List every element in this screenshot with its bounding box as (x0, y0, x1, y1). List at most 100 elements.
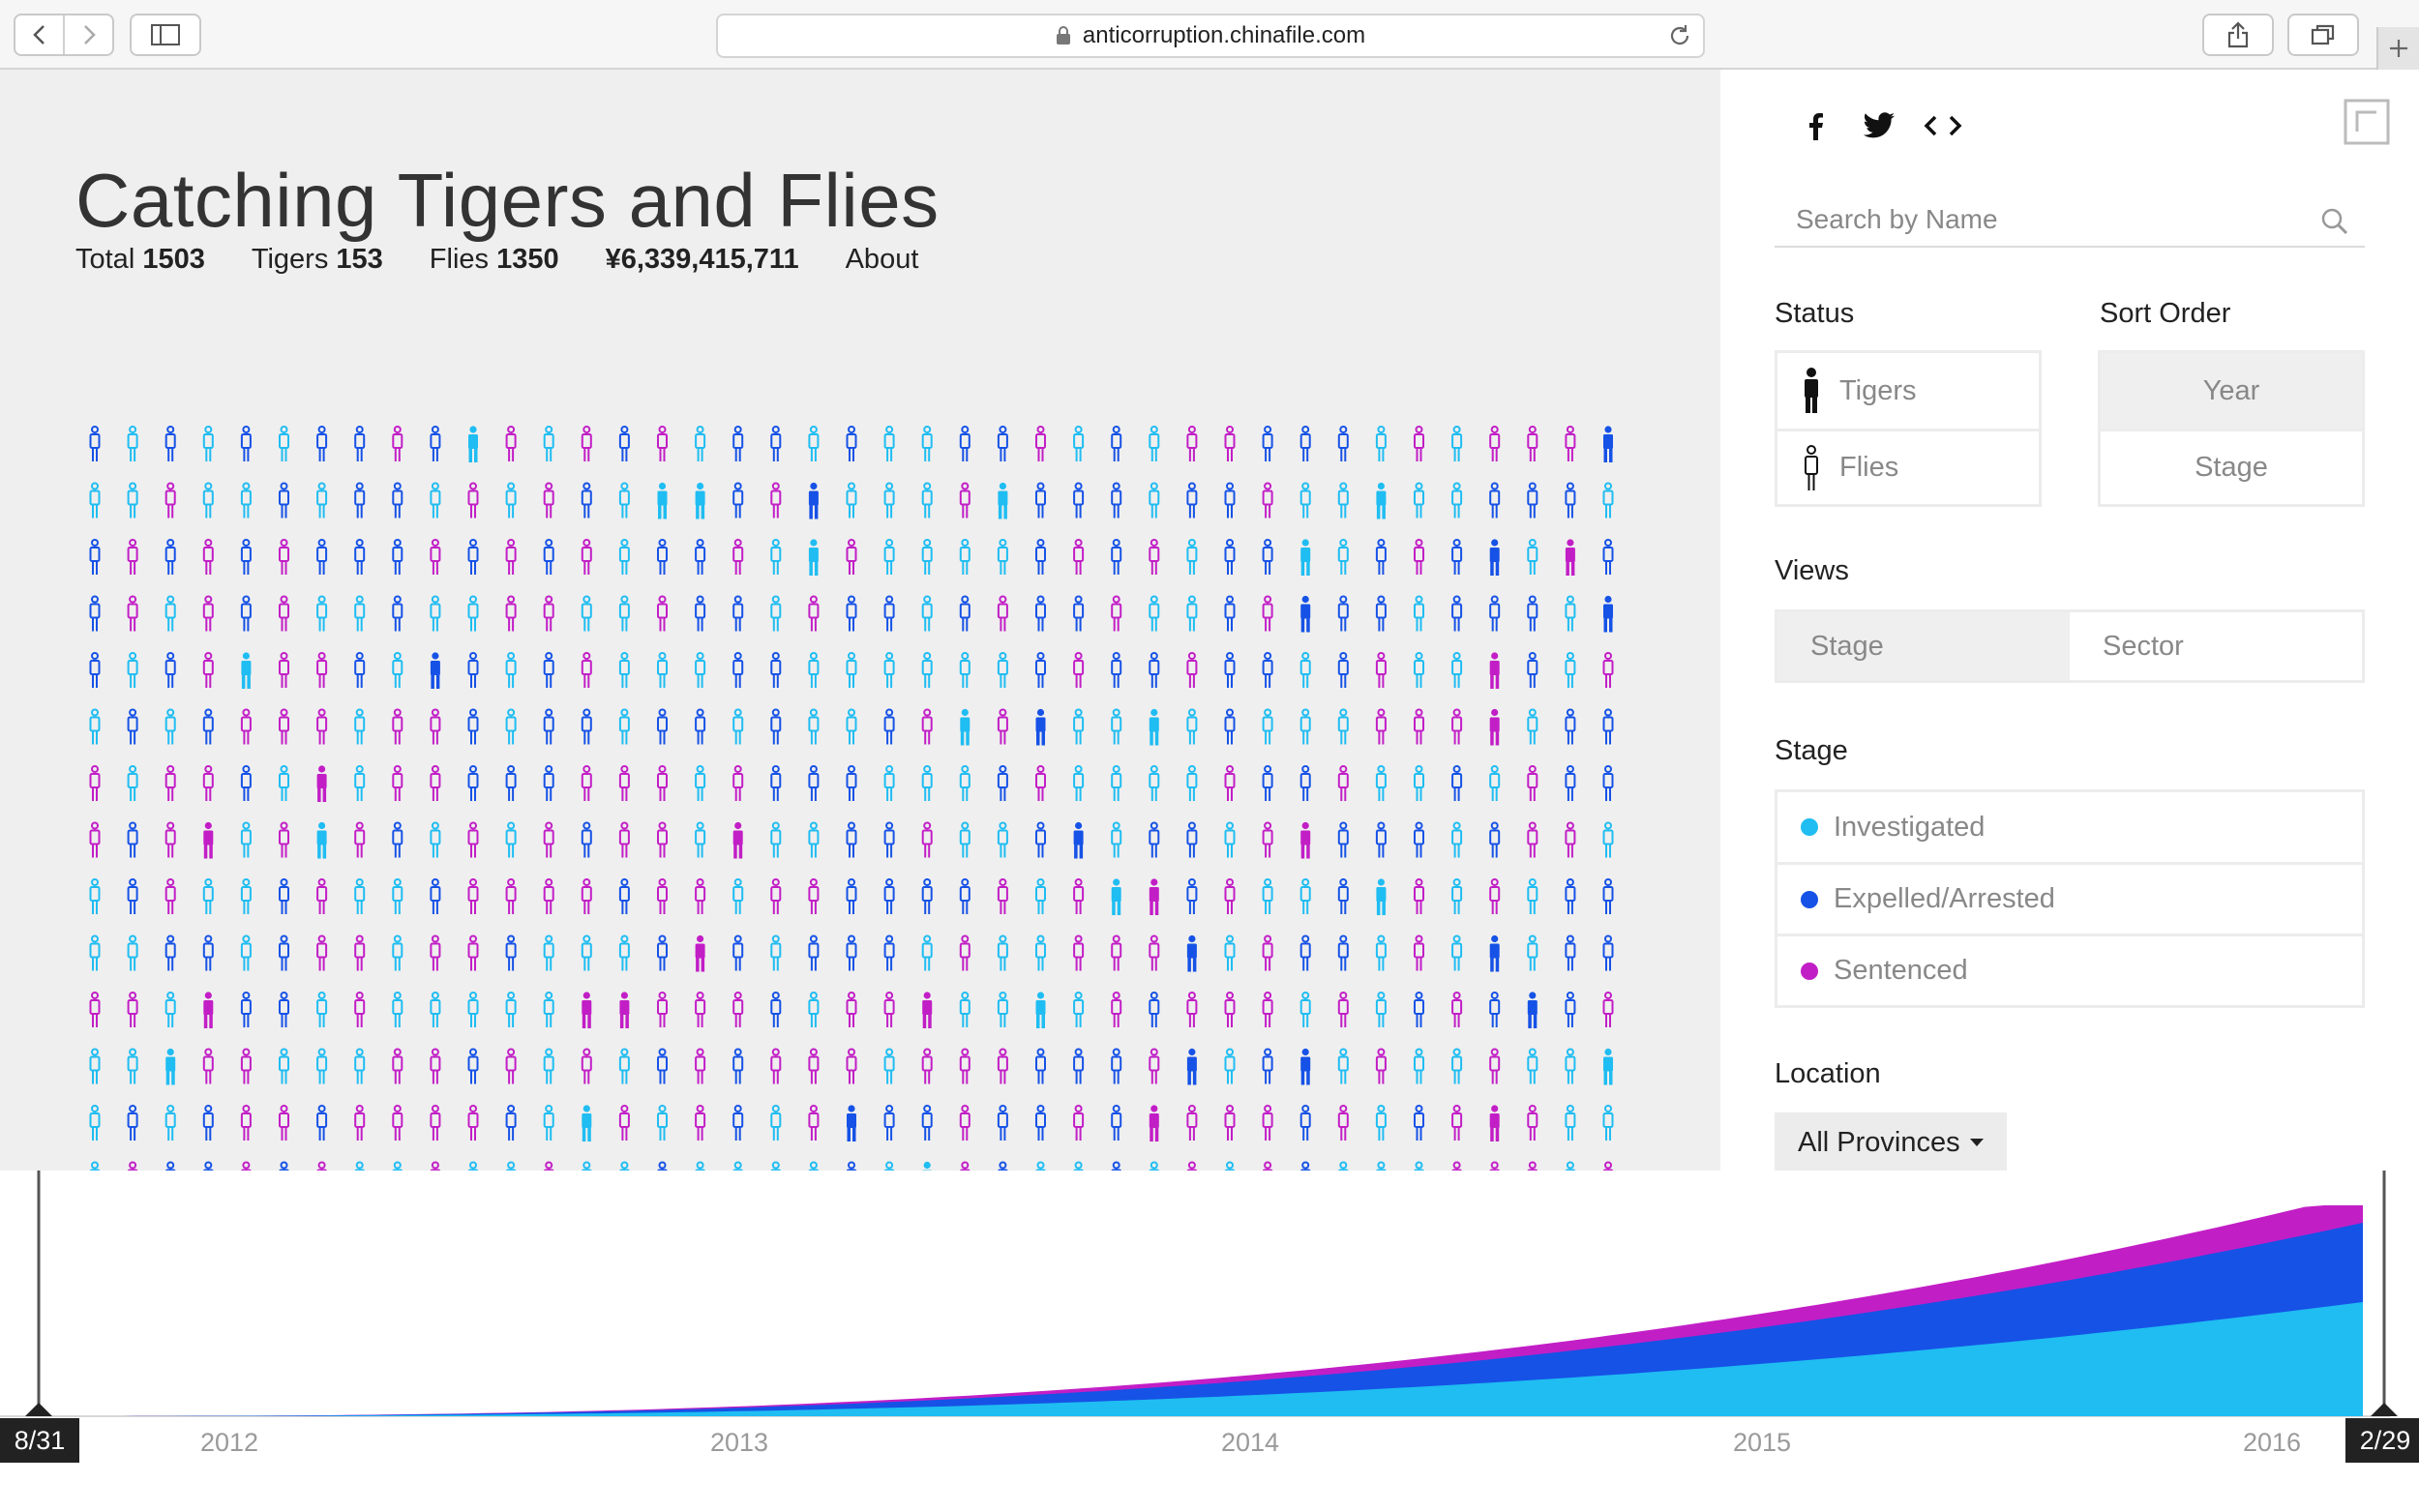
fly-figure[interactable] (1602, 821, 1614, 858)
fly-figure[interactable] (279, 426, 289, 461)
fly-figure[interactable] (1414, 765, 1424, 801)
fly-figure[interactable] (1035, 821, 1046, 858)
fly-figure[interactable] (732, 426, 744, 461)
fly-figure[interactable] (202, 878, 214, 914)
fly-figure[interactable] (392, 482, 403, 519)
fly-figure[interactable] (1111, 595, 1122, 632)
fly-figure[interactable] (921, 595, 933, 632)
tiger-figure[interactable] (1186, 1048, 1197, 1085)
fly-figure[interactable] (1337, 1105, 1349, 1141)
fly-figure[interactable] (581, 595, 592, 632)
fly-figure[interactable] (316, 482, 328, 519)
tiger-figure[interactable] (1035, 708, 1046, 746)
fly-figure[interactable] (354, 482, 366, 519)
fly-figure[interactable] (127, 821, 138, 858)
fly-figure[interactable] (430, 482, 441, 519)
fly-figure[interactable] (467, 1105, 479, 1141)
fly-figure[interactable] (354, 765, 366, 801)
fly-figure[interactable] (316, 878, 328, 914)
fly-figure[interactable] (618, 821, 630, 858)
tiger-figure[interactable] (1527, 992, 1538, 1028)
tiger-figure[interactable] (1300, 595, 1311, 633)
fly-figure[interactable] (883, 1105, 895, 1141)
fly-figure[interactable] (1149, 652, 1160, 688)
fly-figure[interactable] (1375, 1105, 1387, 1141)
fly-figure[interactable] (997, 1048, 1008, 1084)
fly-figure[interactable] (240, 765, 252, 801)
fly-figure[interactable] (543, 878, 554, 914)
fly-figure[interactable] (543, 821, 554, 858)
fly-figure[interactable] (543, 595, 554, 632)
fly-figure[interactable] (1111, 1048, 1122, 1084)
fly-figure[interactable] (127, 652, 138, 688)
fly-figure[interactable] (164, 992, 176, 1027)
fly-figure[interactable] (1337, 992, 1349, 1027)
fly-figure[interactable] (695, 652, 706, 688)
fly-figure[interactable] (1375, 595, 1387, 632)
fly-figure[interactable] (1262, 821, 1273, 858)
fly-figure[interactable] (467, 652, 479, 688)
fly-figure[interactable] (1602, 934, 1614, 971)
stage-option-investigated[interactable]: Investigated (1777, 792, 2362, 862)
fly-figure[interactable] (1149, 934, 1160, 971)
fly-figure[interactable] (1224, 1048, 1236, 1084)
fly-figure[interactable] (1035, 482, 1046, 519)
fly-figure[interactable] (392, 595, 403, 632)
fly-figure[interactable] (543, 652, 554, 688)
fly-figure[interactable] (392, 708, 403, 745)
view-option-stage[interactable]: Stage (1777, 612, 2070, 680)
fly-figure[interactable] (770, 992, 782, 1027)
fly-figure[interactable] (202, 1048, 214, 1084)
fly-figure[interactable] (581, 934, 592, 971)
fly-figure[interactable] (316, 708, 328, 745)
fly-figure[interactable] (543, 1048, 554, 1084)
tiger-figure[interactable] (1300, 1048, 1311, 1085)
fly-figure[interactable] (202, 482, 214, 519)
fly-figure[interactable] (467, 482, 479, 519)
fly-figure[interactable] (1262, 934, 1273, 971)
fly-figure[interactable] (430, 1161, 441, 1171)
fly-figure[interactable] (1299, 426, 1311, 461)
fly-figure[interactable] (1451, 821, 1463, 858)
fly-figure[interactable] (202, 539, 214, 575)
fly-figure[interactable] (1073, 426, 1085, 461)
fly-figure[interactable] (1035, 539, 1046, 575)
fly-figure[interactable] (164, 878, 176, 914)
fly-figure[interactable] (354, 426, 366, 461)
tiger-figure[interactable] (1149, 1105, 1159, 1141)
fly-figure[interactable] (997, 426, 1008, 461)
fly-figure[interactable] (1035, 934, 1046, 971)
fly-figure[interactable] (581, 482, 592, 519)
fly-figure[interactable] (921, 1105, 933, 1141)
stage-option-sentenced[interactable]: Sentenced (1777, 934, 2362, 1005)
fly-figure[interactable] (732, 765, 744, 801)
tiger-figure[interactable] (1565, 539, 1575, 576)
fly-figure[interactable] (1337, 708, 1349, 745)
fly-figure[interactable] (354, 595, 366, 632)
fly-figure[interactable] (1186, 708, 1198, 745)
fly-figure[interactable] (1489, 1048, 1501, 1084)
fly-figure[interactable] (1262, 1048, 1273, 1084)
fly-figure[interactable] (279, 878, 289, 914)
fly-figure[interactable] (1186, 992, 1198, 1027)
fly-figure[interactable] (89, 878, 101, 914)
status-option-flies[interactable]: Flies (1777, 429, 2039, 504)
fly-figure[interactable] (1602, 482, 1614, 519)
fly-figure[interactable] (1186, 1105, 1198, 1141)
fly-figure[interactable] (1338, 1161, 1349, 1171)
fly-figure[interactable] (883, 539, 895, 575)
fly-figure[interactable] (392, 765, 403, 801)
fly-figure[interactable] (354, 1105, 366, 1141)
fly-figure[interactable] (846, 878, 857, 914)
sort-option-year[interactable]: Year (2101, 353, 2362, 429)
fly-figure[interactable] (1451, 765, 1463, 801)
fly-figure[interactable] (543, 482, 554, 519)
fly-figure[interactable] (732, 1048, 744, 1084)
fly-figure[interactable] (1489, 482, 1501, 519)
fly-figure[interactable] (921, 426, 933, 461)
fly-figure[interactable] (164, 426, 176, 461)
fly-figure[interactable] (1262, 992, 1273, 1027)
fly-figure[interactable] (960, 1161, 971, 1171)
view-option-sector[interactable]: Sector (2070, 612, 2362, 680)
fly-figure[interactable] (164, 652, 176, 688)
